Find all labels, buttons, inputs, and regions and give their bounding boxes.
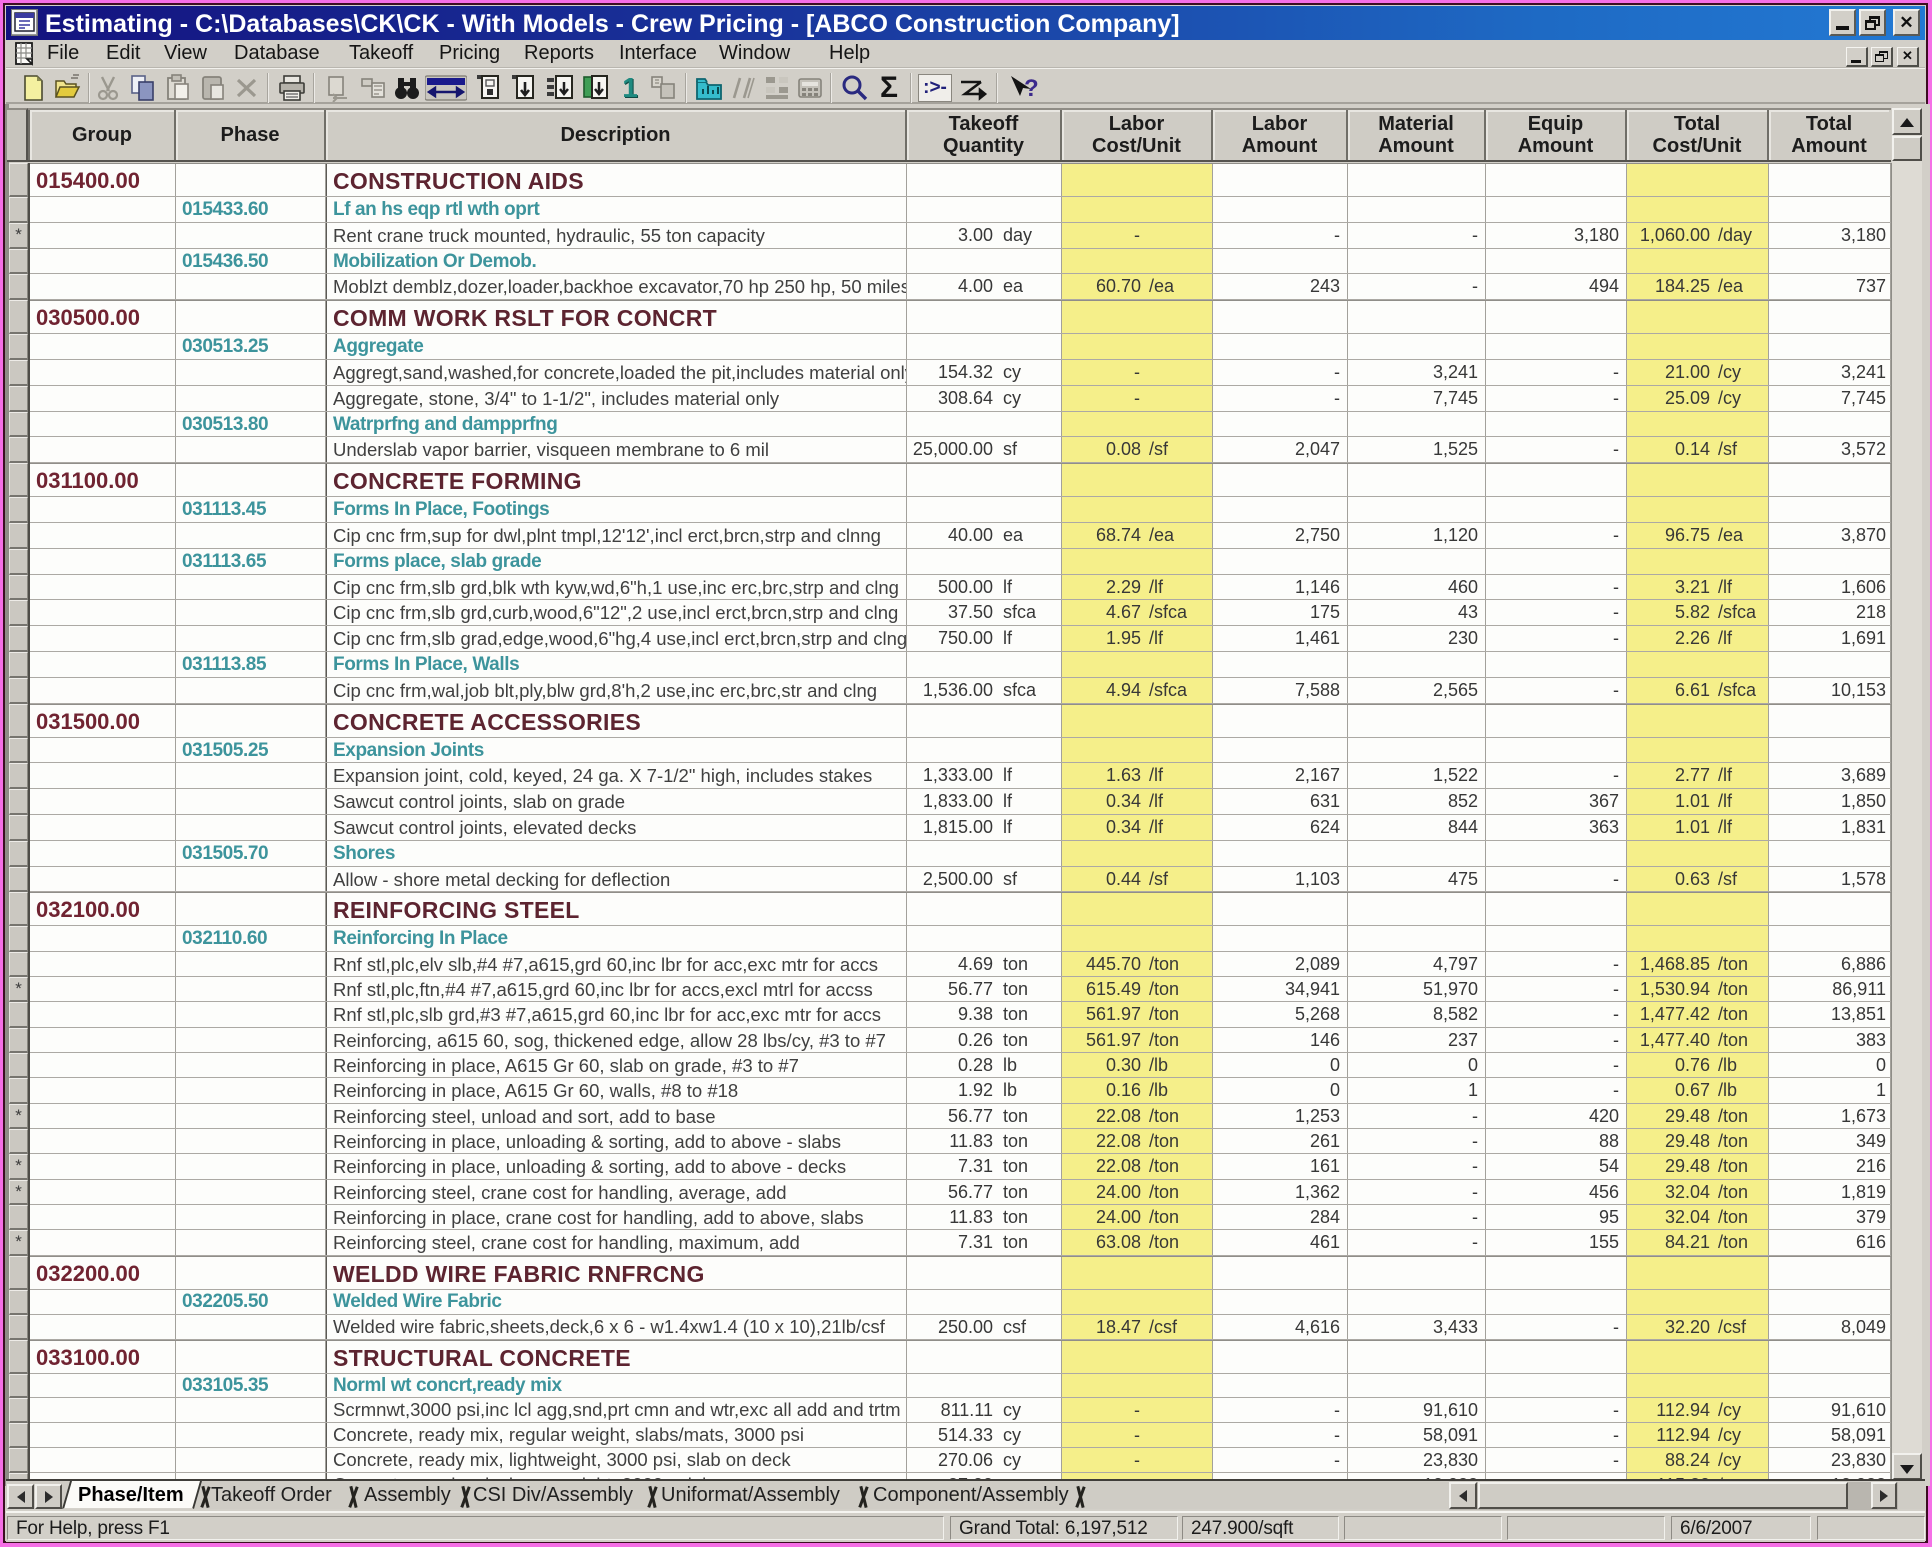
svg-text:?: ? [1024, 75, 1039, 102]
